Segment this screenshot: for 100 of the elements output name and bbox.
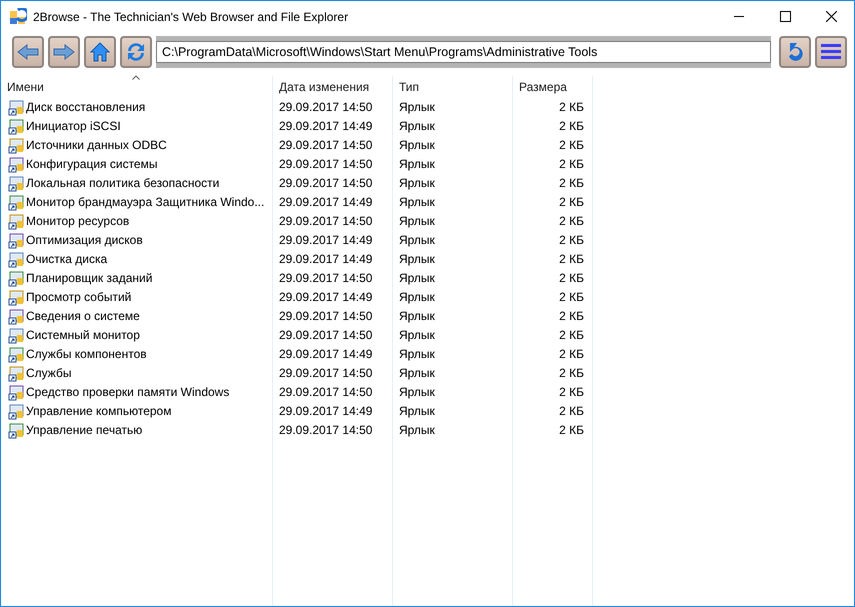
date-cell-text: 29.09.2017 14:49 [278, 251, 374, 268]
column-header[interactable]: Размера [513, 76, 592, 98]
date-cell-text: 29.09.2017 14:50 [278, 327, 374, 344]
date-cell-text: 29.09.2017 14:49 [278, 118, 374, 135]
shortcut-icon [8, 176, 24, 192]
file-name[interactable]: Монитор брандмауэра Защитника Windo... [26, 193, 264, 212]
address-field[interactable]: C:\ProgramData\Microsoft\Windows\Start Menu\Programs\Administrative Tools [156, 41, 771, 63]
shortcut-icon [8, 118, 24, 134]
file-name[interactable]: Источники данных ODBC [26, 136, 167, 155]
date-cell-text: 29.09.2017 14:50 [278, 308, 374, 325]
size-cell-text: 2 КБ [558, 118, 585, 135]
date-cell-text: 29.09.2017 14:49 [278, 289, 374, 306]
type-cell-text: Ярлык [398, 365, 436, 382]
forward-arrow-icon [53, 44, 75, 60]
shortcut-icon [8, 214, 24, 230]
size-cell-text: 2 КБ [558, 327, 585, 344]
sort-ascending-icon [132, 75, 140, 80]
size-cell-text: 2 КБ [558, 365, 585, 382]
type-cell-text: Ярлык [398, 99, 436, 116]
size-cell-text: 2 КБ [558, 403, 585, 420]
size-cell-text: 2 КБ [558, 213, 585, 230]
file-name[interactable]: Просмотр событий [26, 288, 132, 307]
shortcut-icon [8, 290, 24, 306]
type-cell-text: Ярлык [398, 422, 436, 439]
type-cell-text: Ярлык [398, 270, 436, 287]
size-cell-text: 2 КБ [558, 384, 585, 401]
type-cell-text: Ярлык [398, 251, 436, 268]
file-name[interactable]: Планировщик заданий [26, 269, 152, 288]
size-cell-text: 2 КБ [558, 289, 585, 306]
shortcut-icon [8, 328, 24, 344]
type-cell-text: Ярлык [398, 403, 436, 420]
type-cell-text: Ярлык [398, 156, 436, 173]
type-cell-text: Ярлык [398, 137, 436, 154]
file-name[interactable]: Очистка диска [26, 250, 108, 269]
size-cell-text: 2 КБ [558, 346, 585, 363]
date-cell-text: 29.09.2017 14:50 [278, 422, 374, 439]
type-cell-text: Ярлык [398, 308, 436, 325]
home-icon [90, 42, 110, 62]
date-cell-text: 29.09.2017 14:50 [278, 384, 374, 401]
file-name[interactable]: Службы компонентов [26, 345, 147, 364]
date-cell-text: 29.09.2017 14:50 [278, 365, 374, 382]
shortcut-icon [8, 100, 24, 116]
window-title: 2Browse - The Technician's Web Browser and File Explorer [33, 8, 350, 26]
refresh-icon [125, 41, 147, 63]
date-cell-text: 29.09.2017 14:49 [278, 403, 374, 420]
type-cell-text: Ярлык [398, 384, 436, 401]
size-cell-text: 2 КБ [558, 232, 585, 249]
type-cell-text: Ярлык [398, 118, 436, 135]
type-cell-text: Ярлык [398, 194, 436, 211]
shortcut-icon [8, 270, 24, 286]
date-cell-text: 29.09.2017 14:50 [278, 99, 374, 116]
file-name[interactable]: Локальная политика безопасности [26, 174, 220, 193]
shortcut-icon [8, 232, 24, 248]
shortcut-icon [8, 366, 24, 382]
file-name[interactable]: Диск восстановления [26, 98, 146, 117]
date-cell-text: 29.09.2017 14:50 [278, 175, 374, 192]
refresh-button[interactable] [120, 36, 152, 68]
size-cell-text: 2 КБ [558, 251, 585, 268]
menu-button[interactable] [815, 36, 847, 68]
menu-icon [821, 44, 841, 60]
shortcut-icon [8, 404, 24, 420]
file-name[interactable]: Инициатор iSCSI [26, 117, 121, 136]
file-name[interactable]: Системный монитор [26, 326, 140, 345]
type-cell-text: Ярлык [398, 232, 436, 249]
size-cell-text: 2 КБ [558, 175, 585, 192]
home-button[interactable] [84, 36, 116, 68]
size-cell-text: 2 КБ [558, 194, 585, 211]
shortcut-icon [8, 156, 24, 172]
column-header[interactable]: Имени [1, 76, 272, 98]
column-header[interactable]: Тип [393, 76, 512, 98]
size-cell-text: 2 КБ [558, 137, 585, 154]
curved-arrow-icon [787, 41, 803, 63]
file-name[interactable]: Конфигурация системы [26, 155, 158, 174]
column-header[interactable]: Дата изменения [273, 76, 392, 98]
date-cell-text: 29.09.2017 14:50 [278, 156, 374, 173]
file-name[interactable]: Монитор ресурсов [26, 212, 130, 231]
size-cell-text: 2 КБ [558, 422, 585, 439]
file-name[interactable]: Оптимизация дисков [26, 231, 143, 250]
file-name[interactable]: Средство проверки памяти Windows [26, 383, 230, 402]
maximize-icon [780, 11, 790, 22]
size-cell-text: 2 КБ [558, 270, 585, 287]
file-name[interactable]: Сведения о системе [26, 307, 140, 326]
type-cell-text: Ярлык [398, 175, 436, 192]
app-logo-icon [9, 8, 27, 26]
date-cell-text: 29.09.2017 14:50 [278, 137, 374, 154]
shortcut-icon [8, 138, 24, 154]
file-name[interactable]: Управление компьютером [26, 402, 172, 421]
date-cell-text: 29.09.2017 14:50 [278, 213, 374, 230]
shortcut-icon [8, 384, 24, 400]
date-cell-text: 29.09.2017 14:50 [278, 270, 374, 287]
file-name[interactable]: Управление печатью [26, 421, 142, 440]
size-cell-text: 2 КБ [558, 99, 585, 116]
forward-button[interactable] [48, 36, 80, 68]
size-cell-text: 2 КБ [558, 156, 585, 173]
shortcut-icon [8, 252, 24, 268]
file-name[interactable]: Службы [26, 364, 72, 383]
size-cell-text: 2 КБ [558, 308, 585, 325]
back-button[interactable] [12, 36, 44, 68]
type-cell-text: Ярлык [398, 213, 436, 230]
back-arrow-icon [17, 44, 39, 60]
